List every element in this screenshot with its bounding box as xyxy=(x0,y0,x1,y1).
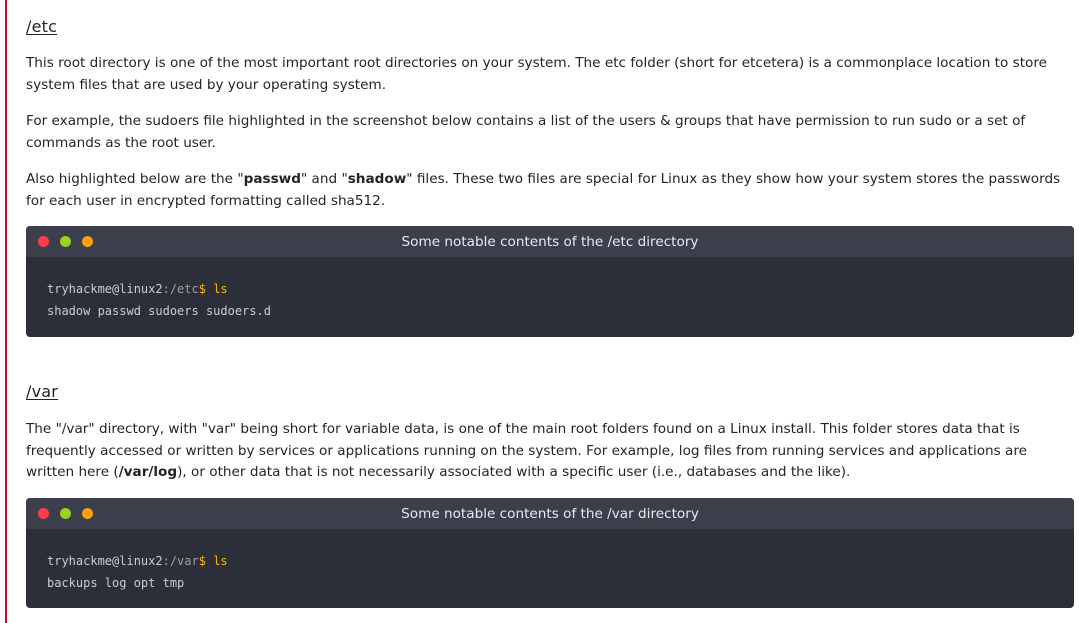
minimize-dot-icon xyxy=(60,508,71,519)
prompt-symbol: $ xyxy=(198,282,206,296)
shadow-highlight: shadow xyxy=(347,171,407,187)
etc-paragraph-3-text-b: " and " xyxy=(300,171,348,187)
prompt-path: :/var xyxy=(162,554,199,568)
prompt-path: :/etc xyxy=(162,282,199,296)
content-left-border xyxy=(5,0,7,623)
terminal-body: tryhackme@linux2:/etc$ ls shadow passwd … xyxy=(26,257,1074,322)
etc-paragraph-1-text: This root directory is one of the most i… xyxy=(26,55,1047,93)
etc-paragraph-2: For example, the sudoers file highlighte… xyxy=(26,111,1074,154)
terminal-prompt-line: tryhackme@linux2:/var$ ls xyxy=(47,551,1053,573)
prompt-user: tryhackme@linux2 xyxy=(47,282,163,296)
terminal-title: Some notable contents of the /var direct… xyxy=(401,505,699,522)
maximize-dot-icon xyxy=(82,508,93,519)
section-title-var: /var xyxy=(26,382,59,401)
window-controls xyxy=(38,498,93,529)
terminal-output: shadow passwd sudoers sudoers.d xyxy=(47,303,271,318)
terminal-window-var: Some notable contents of the /var direct… xyxy=(26,498,1074,608)
terminal-output: backups log opt tmp xyxy=(47,575,185,590)
terminal-body: tryhackme@linux2:/var$ ls backups log op… xyxy=(26,529,1074,594)
terminal-command: ls xyxy=(213,282,228,296)
terminal-window-etc: Some notable contents of the /etc direct… xyxy=(26,226,1074,337)
prompt-user: tryhackme@linux2 xyxy=(47,554,163,568)
etc-paragraph-3: Also highlighted below are the "passwd" … xyxy=(26,169,1066,212)
terminal-title: Some notable contents of the /etc direct… xyxy=(401,233,699,250)
terminal-prompt-line: tryhackme@linux2:/etc$ ls xyxy=(47,279,1053,301)
etc-paragraph-3-text-a: Also highlighted below are the " xyxy=(26,171,244,187)
close-dot-icon xyxy=(38,508,49,519)
window-controls xyxy=(38,226,93,257)
terminal-command: ls xyxy=(213,554,228,568)
close-dot-icon xyxy=(38,236,49,247)
terminal-titlebar: Some notable contents of the /var direct… xyxy=(26,498,1074,529)
passwd-highlight: passwd xyxy=(243,171,301,187)
var-log-highlight: /var/log xyxy=(118,464,178,481)
var-paragraph-1: The "/var" directory, with "var" being s… xyxy=(26,419,1074,484)
maximize-dot-icon xyxy=(82,236,93,247)
var-paragraph-1-text-b: ), or other data that is not necessarily… xyxy=(177,464,851,481)
etc-paragraph-2-text: For example, the sudoers file highlighte… xyxy=(26,113,1026,151)
section-title-etc: /etc xyxy=(26,17,58,36)
terminal-titlebar: Some notable contents of the /etc direct… xyxy=(26,226,1074,257)
prompt-symbol: $ xyxy=(198,554,206,568)
etc-paragraph-1: This root directory is one of the most i… xyxy=(26,53,1066,96)
minimize-dot-icon xyxy=(60,236,71,247)
